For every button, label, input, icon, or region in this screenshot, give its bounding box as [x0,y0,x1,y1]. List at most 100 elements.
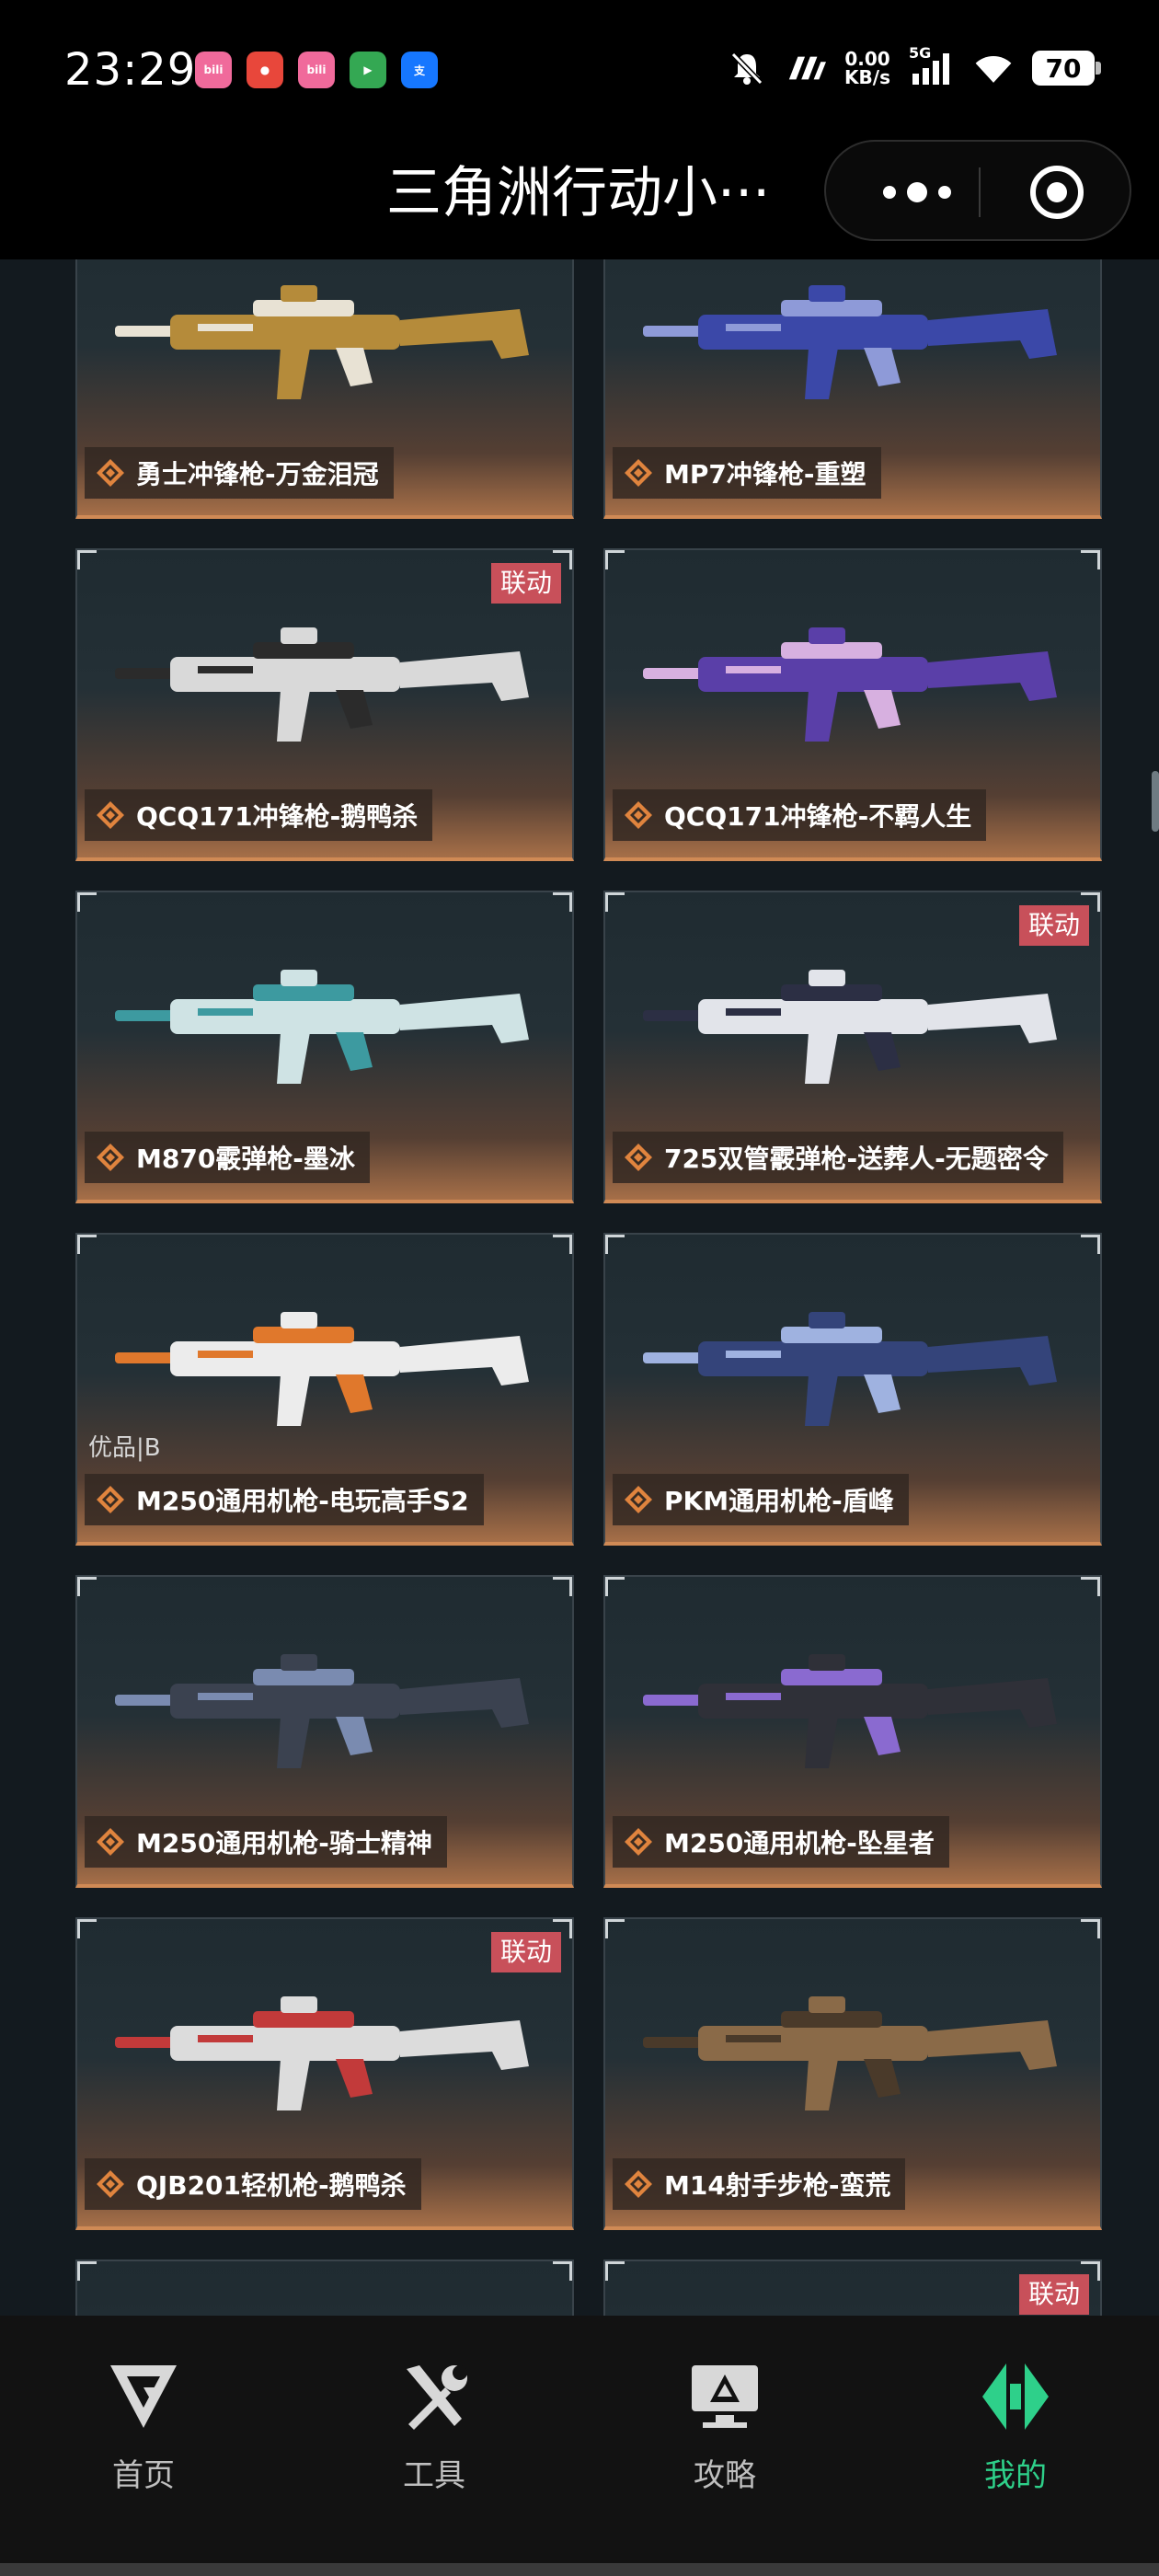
notification-icons: bili ● bili ▶ 支 [195,52,438,88]
dot-icon [883,186,896,199]
diamond-icon [97,1486,124,1513]
diamond-icon [97,459,124,487]
skin-name: 勇士冲锋枪-万金泪冠 [136,459,379,489]
tab-label: 攻略 [694,2457,756,2494]
more-options-button[interactable] [876,178,958,206]
mini-program-capsule [824,140,1131,241]
skin-name-label: M870霰弹枪-墨冰 [85,1132,370,1183]
weapon-image [643,1312,1057,1426]
system-gesture-bar [0,2563,1159,2576]
collab-badge: 联动 [490,563,561,604]
battery-icon: 70 [1032,51,1101,86]
weapon-image [643,1654,1057,1768]
skin-name-label: M250通用机枪-骑士精神 [85,1816,447,1868]
skin-card[interactable]: M250通用机枪-坠星者 [603,1575,1102,1888]
page-title: 三角洲行动小··· [386,161,771,225]
skin-name: QJB201轻机枪-鹅鸭杀 [136,2170,407,2201]
weapon-image [96,2298,557,2316]
skin-name: M250通用机枪-坠星者 [664,1828,935,1858]
skin-name-label: M250通用机枪-坠星者 [613,1816,949,1868]
tab-profile[interactable]: 我的 [924,2360,1107,2507]
skin-name: M250通用机枪-骑士精神 [136,1828,432,1858]
network-speed-unit: KB/s [844,66,890,88]
weapon-image [643,627,1057,742]
network-speed: 0.00 KB/s [844,50,890,86]
play-store-icon: ▶ [350,52,386,88]
skin-name: MP7冲锋枪-重塑 [664,459,866,489]
skin-name-label: QJB201轻机枪-鹅鸭杀 [85,2158,421,2210]
skin-card[interactable]: 优品|B M250通用机枪-电玩高手S2 [75,1233,574,1546]
diamond-icon [97,1144,124,1171]
scrollbar[interactable] [1152,771,1159,832]
skin-name: QCQ171冲锋枪-不羁人生 [664,801,972,832]
skin-name: PKM通用机枪-盾峰 [664,1486,894,1516]
home-logo-icon [110,2365,177,2428]
skin-card[interactable]: M250通用机枪-骑士精神 [75,1575,574,1888]
tab-label: 首页 [112,2457,175,2494]
skin-card[interactable]: MP7冲锋枪-重塑 [603,259,1102,519]
target-icon [1030,166,1084,219]
diamond-icon [625,2170,652,2198]
diamond-icon [97,1828,124,1856]
mute-bell-icon [727,48,767,88]
bilibili-icon: bili [298,52,335,88]
skin-card[interactable]: 联动 QCQ171冲锋枪-鹅鸭杀 [75,548,574,861]
bilibili-icon: bili [195,52,232,88]
collab-badge: 联动 [490,1932,561,1972]
collab-badge: 联动 [1018,2274,1089,2315]
collab-badge: 联动 [1018,905,1089,946]
wifi-icon [973,48,1014,88]
skin-card[interactable]: QCQ171冲锋枪-不羁人生 [603,548,1102,861]
skin-name-label: PKM通用机枪-盾峰 [613,1474,909,1525]
skin-card[interactable]: 联动 [603,2260,1102,2316]
skin-name: QCQ171冲锋枪-鹅鸭杀 [136,801,419,832]
diamond-icon [625,1144,652,1171]
skin-card[interactable]: 勇士冲锋枪-万金泪冠 [75,259,574,519]
weapon-image [115,970,529,1084]
skin-grid: 勇士冲锋枪-万金泪冠 MP7冲锋枪-重塑联动 QCQ171冲锋枪-鹅鸭杀 QCQ171… [0,259,1159,2316]
skin-name: M14射手步枪-蛮荒 [664,2170,891,2201]
diamond-icon [97,801,124,829]
tab-home[interactable]: 首页 [52,2360,235,2507]
weapon-image [643,970,1057,1084]
skin-name: M250通用机枪-电玩高手S2 [136,1486,469,1516]
skin-card[interactable]: M14射手步枪-蛮荒 [603,1917,1102,2230]
diamond-icon [625,1828,652,1856]
diamond-icon [625,459,652,487]
tab-guide[interactable]: 攻略 [633,2360,817,2507]
tab-label: 工具 [403,2457,465,2494]
skin-name-label: QCQ171冲锋枪-不羁人生 [613,789,987,841]
tab-tools[interactable]: 工具 [342,2360,526,2507]
weapon-image [115,1312,529,1426]
weapon-image [643,285,1057,399]
skin-card[interactable]: PKM通用机枪-盾峰 [603,1233,1102,1546]
skin-card[interactable]: 联动 QJB201轻机枪-鹅鸭杀 [75,1917,574,2230]
status-bar: 23:29 bili ● bili ▶ 支 0.00 KB/s 5G 70 [0,0,1159,138]
skin-name-label: M14射手步枪-蛮荒 [613,2158,906,2210]
bottom-tab-bar: 首页 工具 攻略 我的 [0,2316,1159,2576]
network-speed-value: 0.00 [844,48,890,70]
skin-name-label: QCQ171冲锋枪-鹅鸭杀 [85,789,433,841]
skin-name: 725双管霰弹枪-送葬人-无题密令 [664,1144,1049,1174]
signal-icon: 5G [909,44,955,88]
skin-name-label: M250通用机枪-电玩高手S2 [85,1474,484,1525]
weapon-image [115,1654,529,1768]
tab-label: 我的 [984,2457,1047,2494]
dot-icon [907,182,927,202]
clock: 23:29 [64,44,197,96]
dot-icon [938,186,951,199]
skin-card[interactable]: M870霰弹枪-墨冰 [75,891,574,1203]
diamond-icon [625,1486,652,1513]
skin-card[interactable]: 联动 725双管霰弹枪-送葬人-无题密令 [603,891,1102,1203]
app-header: 三角洲行动小··· [0,138,1159,259]
network-type: 5G [909,44,932,62]
divider [979,167,981,217]
weapon-image [115,1996,529,2110]
guide-monitor-icon [692,2365,758,2428]
nfc-icon [786,48,827,88]
tools-icon [407,2365,467,2430]
close-mini-program-button[interactable] [1028,164,1085,221]
weapon-image [624,2298,1085,2316]
skin-card[interactable] [75,2260,574,2316]
diamond-icon [625,801,652,829]
